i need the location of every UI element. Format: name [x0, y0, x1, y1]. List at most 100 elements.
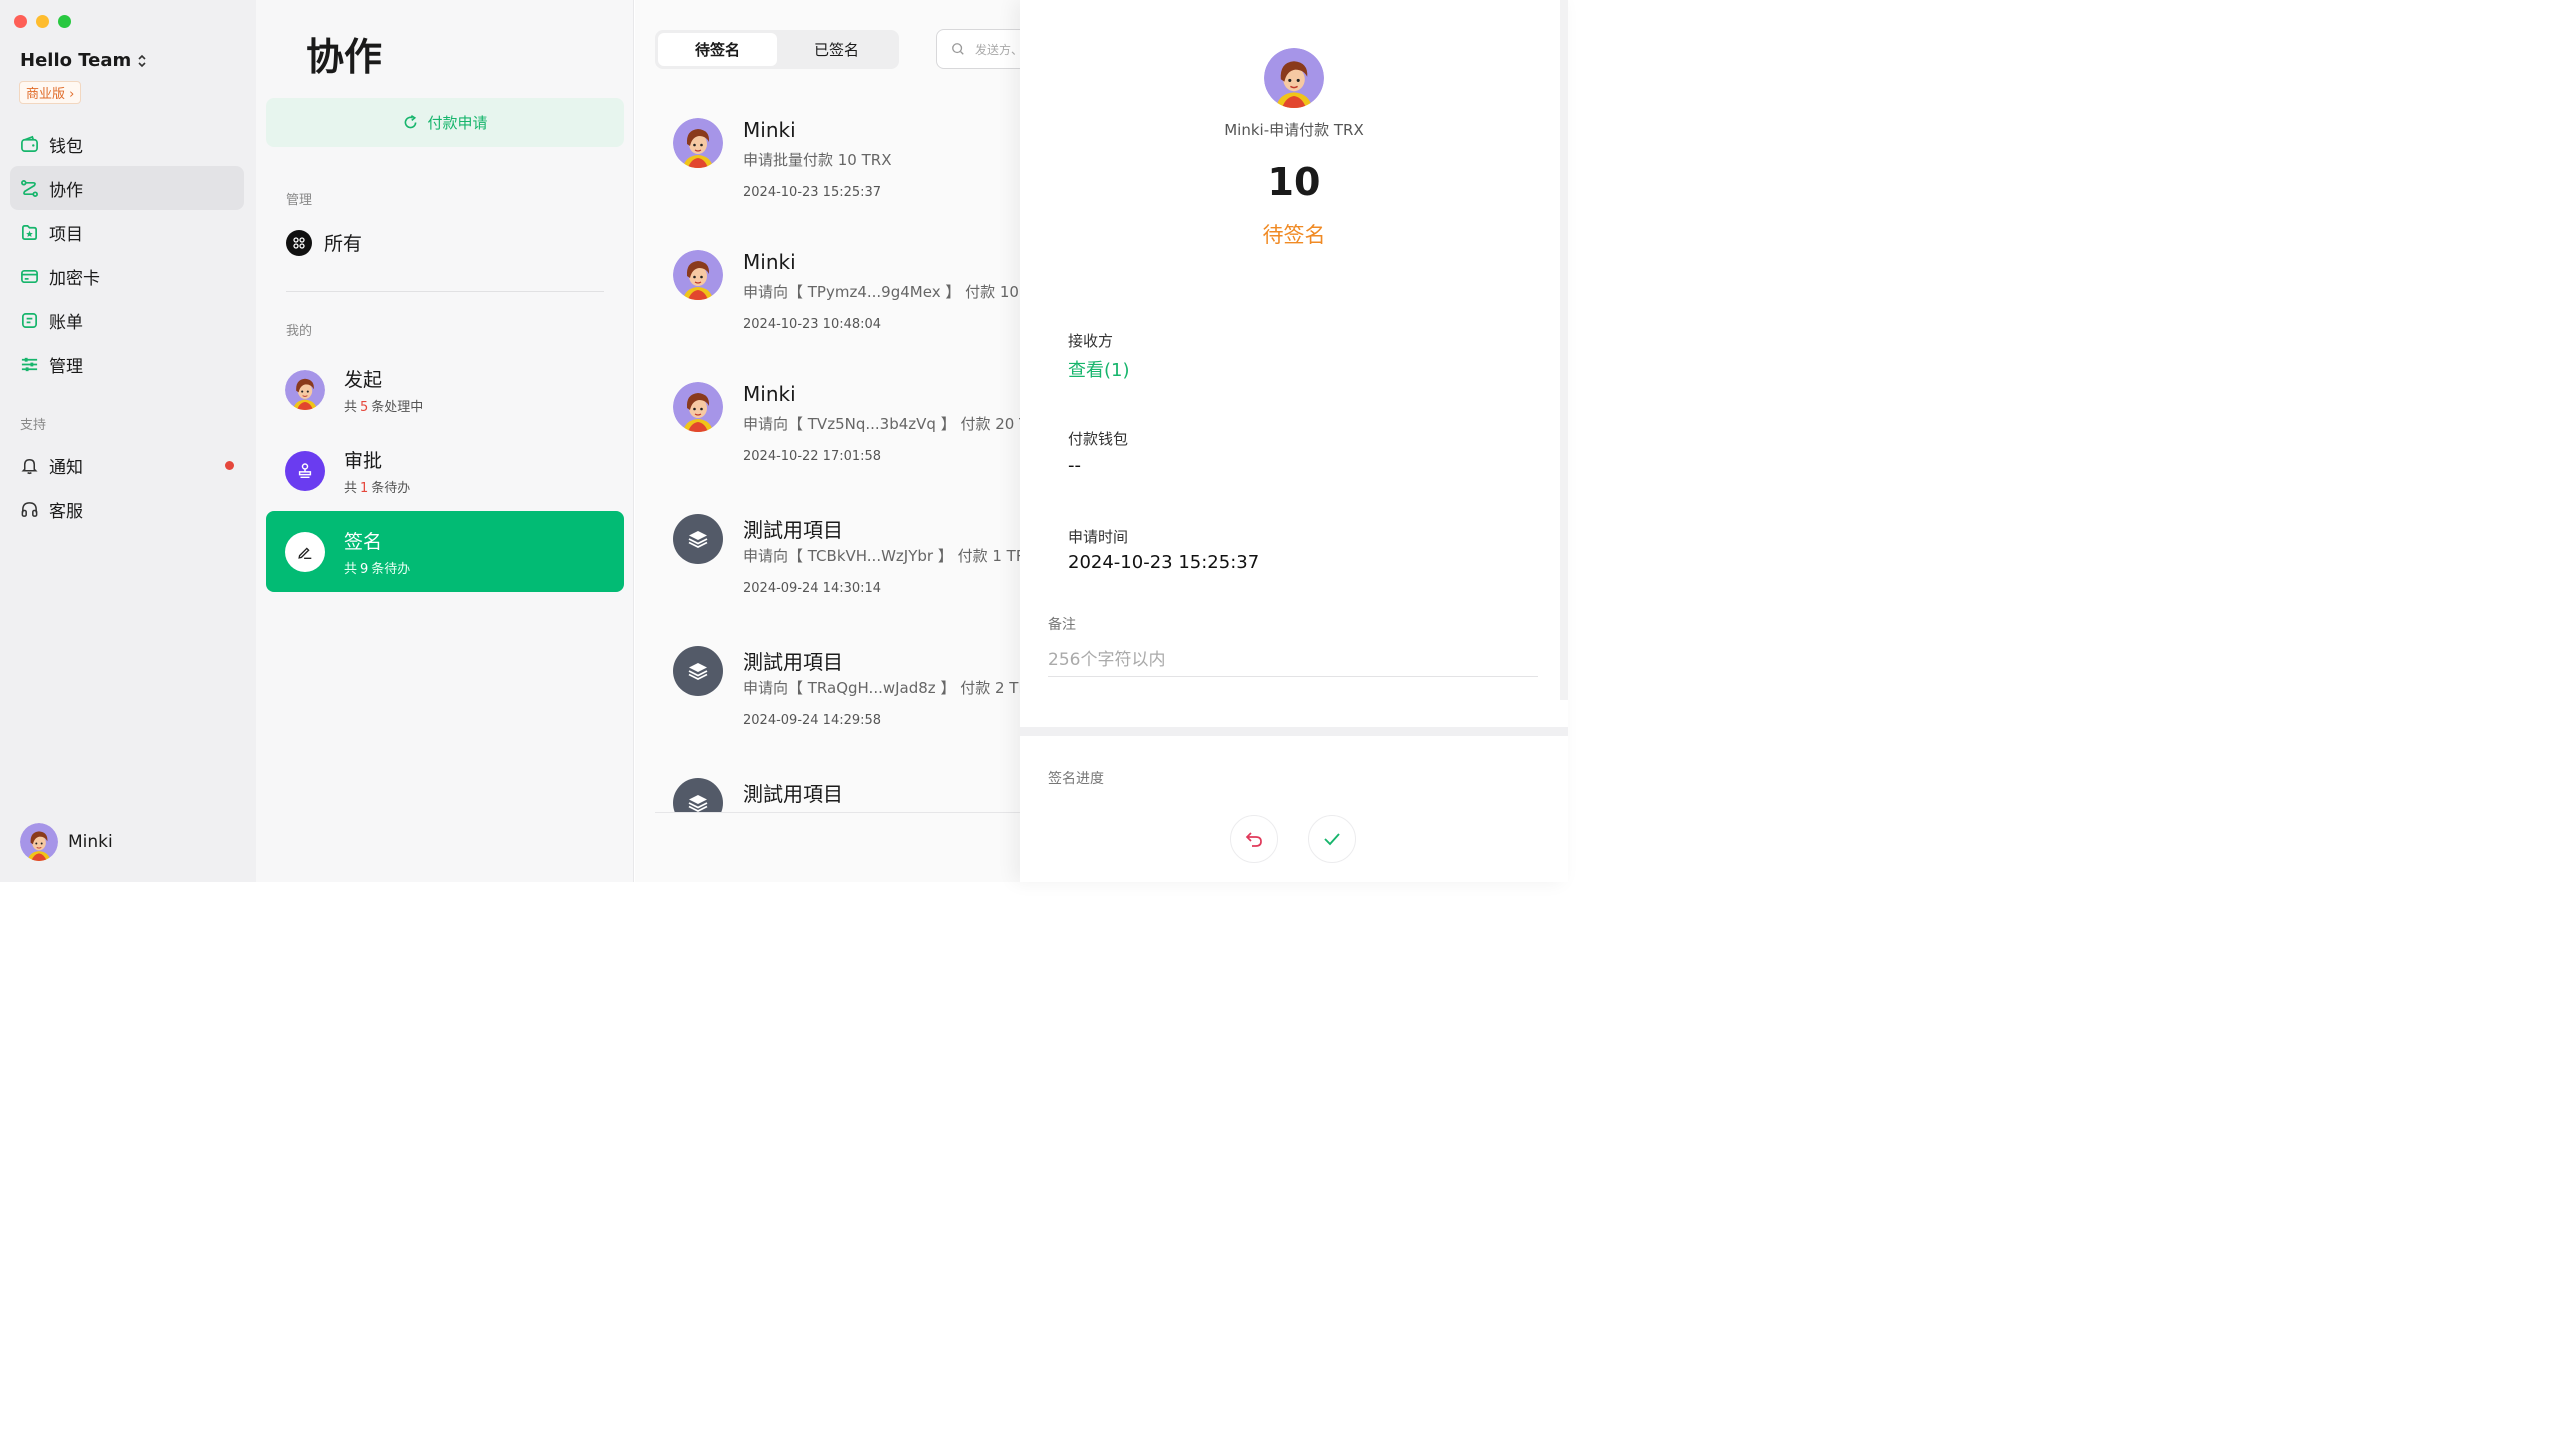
sidebar: Hello Team 商业版 › 钱包 协作 项目 加密卡 账单 管理 支持 通…	[0, 0, 256, 882]
avatar	[285, 370, 325, 410]
note-label: 备注	[1048, 617, 1076, 633]
avatar	[673, 382, 723, 432]
zoom-window-button[interactable]	[58, 15, 71, 28]
item-time: 2024-10-22 17:01:58	[743, 449, 882, 464]
note-field[interactable]: 256个字符以内	[1048, 645, 1538, 677]
count-number: 5	[360, 399, 369, 415]
item-time: 2024-09-24 14:30:14	[743, 581, 882, 596]
mine-item-initiated[interactable]: 发起 共 5 条处理中	[266, 349, 624, 430]
item-time: 2024-09-24 14:29:58	[743, 713, 882, 728]
stamp-icon	[285, 450, 325, 491]
count-prefix: 共	[344, 480, 358, 496]
item-time: 2024-10-23 15:25:37	[743, 185, 882, 200]
payment-request-button[interactable]: 付款申请	[266, 98, 624, 147]
avatar	[1264, 48, 1324, 108]
nav-label: 加密卡	[49, 268, 100, 289]
collaborate-icon	[21, 179, 38, 197]
card-icon	[21, 269, 38, 283]
wallet-icon	[21, 135, 38, 152]
close-window-button[interactable]	[14, 15, 27, 28]
nav-label: 账单	[49, 312, 83, 333]
stack-icon	[673, 646, 723, 696]
support-nav: 通知 客服	[10, 443, 244, 531]
request-time-value: 2024-10-23 15:25:37	[1068, 552, 1260, 573]
support-section-label: 支持	[20, 418, 47, 433]
count-prefix: 共	[344, 561, 358, 577]
minimize-window-button[interactable]	[36, 15, 49, 28]
item-desc: 申请向【 TPymz4...9g4Mex 】 付款 100	[743, 283, 1020, 301]
nav-item-support[interactable]: 客服	[10, 487, 244, 531]
divider	[655, 812, 1020, 813]
tab-pending-sign[interactable]: 待签名	[658, 33, 777, 66]
project-icon	[21, 224, 38, 240]
item-desc: 申请向【 TCBkVH...WzJYbr 】 付款 1 TR	[743, 547, 1020, 565]
plan-badge[interactable]: 商业版 ›	[19, 81, 82, 104]
current-user[interactable]: Minki	[20, 823, 113, 861]
manage-section-label: 管理	[286, 193, 313, 208]
nav-item-bill[interactable]: 账单	[10, 298, 244, 342]
team-name: Hello Team	[20, 50, 132, 71]
nav-label: 项目	[49, 224, 83, 245]
mine-item-sign[interactable]: 签名 共 9 条待办	[266, 511, 624, 592]
item-desc: 申请批量付款 10 TRX	[743, 151, 892, 169]
receiver-view-link[interactable]: 查看(1)	[1068, 356, 1130, 382]
nav-label: 通知	[49, 457, 83, 478]
section-separator	[1020, 727, 1568, 736]
detail-amount: 10	[1267, 160, 1321, 204]
item-desc: 申请向【 TVz5Nq...3b4zVq 】 付款 20 T	[743, 415, 1020, 433]
count-number: 9	[360, 561, 369, 577]
wallet-value: --	[1068, 455, 1081, 476]
count-suffix: 条待办	[371, 561, 411, 577]
mine-item-approval[interactable]: 审批 共 1 条待办	[266, 430, 624, 511]
item-name: 測試用項目	[743, 782, 843, 806]
nav-item-project[interactable]: 项目	[10, 210, 244, 254]
sliders-icon	[21, 357, 38, 371]
item-title: 签名	[344, 530, 383, 553]
nav-label: 客服	[49, 501, 83, 522]
user-name: Minki	[68, 832, 113, 852]
grid-icon	[286, 229, 312, 256]
window-controls	[14, 15, 71, 28]
divider	[286, 291, 604, 292]
headset-icon	[21, 501, 38, 517]
nav-item-crypto-card[interactable]: 加密卡	[10, 254, 244, 298]
count-prefix: 共	[344, 399, 358, 415]
tab-signed[interactable]: 已签名	[777, 33, 896, 66]
item-subtitle: 共 5 条处理中	[344, 396, 423, 415]
item-title: 审批	[344, 449, 383, 472]
nav-label: 钱包	[49, 136, 83, 157]
nav-item-wallet[interactable]: 钱包	[10, 122, 244, 166]
team-switcher[interactable]: Hello Team	[20, 50, 147, 71]
count-suffix: 条待办	[371, 480, 411, 496]
refresh-arrow-icon	[405, 115, 417, 129]
unread-dot	[225, 460, 234, 470]
reject-button[interactable]	[1230, 815, 1278, 863]
item-desc: 申请向【 TRaQgH...wJad8z 】 付款 2 TR	[743, 679, 1020, 697]
wallet-label: 付款钱包	[1068, 430, 1129, 448]
collab-panel: 协作 付款申请 管理 所有 我的 发起 共 5 条处理中 审批 共 1 条待办 签名	[256, 0, 634, 882]
mine-section-label: 我的	[286, 324, 313, 339]
item-name: 測試用項目	[743, 518, 843, 542]
nav-item-notifications[interactable]: 通知	[10, 443, 244, 487]
scrollbar[interactable]	[1560, 0, 1568, 700]
all-label: 所有	[324, 233, 363, 255]
nav-item-manage[interactable]: 管理	[10, 342, 244, 386]
nav-item-collaborate[interactable]: 协作	[10, 166, 244, 210]
nav-label: 管理	[49, 356, 83, 377]
stack-icon	[673, 514, 723, 564]
search-input[interactable]: 发送方、	[936, 29, 1020, 69]
nav-label: 协作	[49, 180, 83, 201]
pen-icon	[285, 531, 325, 572]
undo-icon	[1245, 832, 1262, 847]
item-name: Minki	[743, 382, 796, 406]
chevron-updown-icon	[137, 54, 147, 68]
sign-progress-label: 签名进度	[1048, 771, 1104, 787]
request-time-label: 申请时间	[1068, 528, 1129, 546]
count-suffix: 条处理中	[371, 399, 424, 415]
avatar	[673, 118, 723, 168]
receiver-label: 接收方	[1068, 332, 1114, 350]
search-placeholder: 发送方、	[975, 42, 1020, 57]
all-filter[interactable]: 所有	[286, 229, 362, 256]
approve-sign-button[interactable]	[1308, 815, 1356, 863]
detail-panel: Minki-申请付款 TRX 10 待签名 接收方 查看(1) 付款钱包 -- …	[1020, 0, 1568, 882]
